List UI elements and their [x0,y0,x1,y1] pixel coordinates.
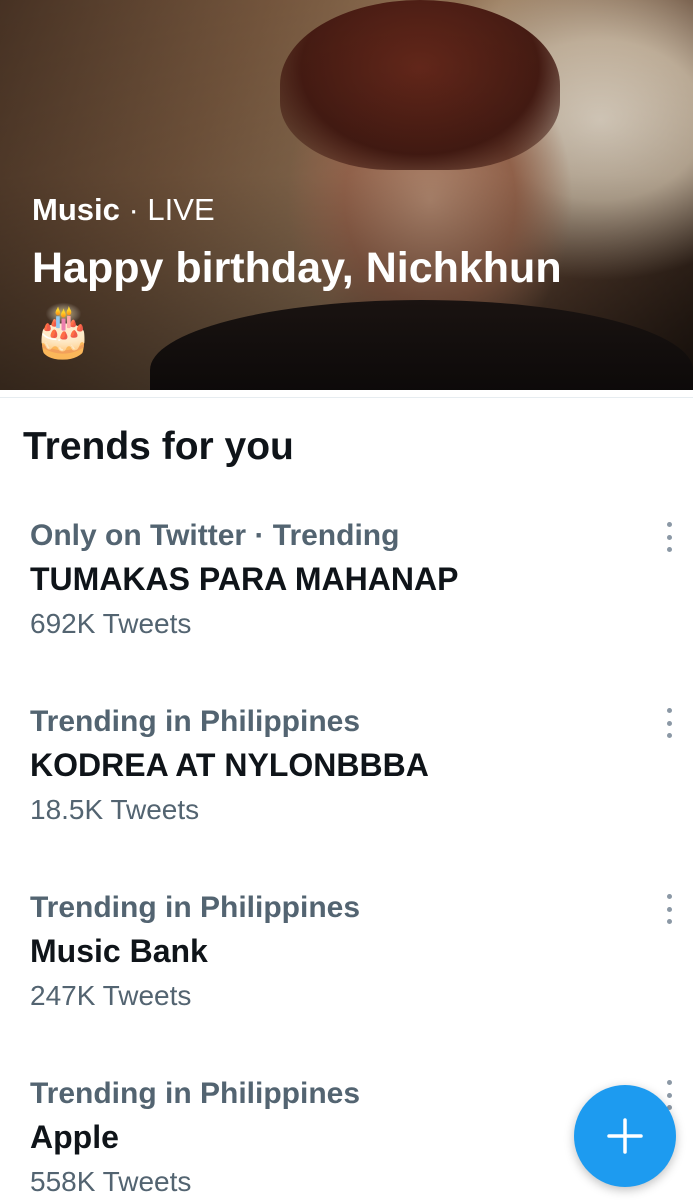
trend-context: Trending in Philippines [30,891,361,924]
trend-item[interactable]: Trending in Philippines Apple 558K Tweet… [30,1077,660,1198]
hero-title: Happy birthday, Nichkhun [32,244,562,292]
trend-context: Trending in Philippines [30,705,361,738]
section-title: Trends for you [23,425,294,468]
hero-separator: · [119,192,148,227]
hero-category: Music [32,192,120,227]
trend-name: Apple [30,1119,119,1155]
cake-emoji: 🎂 [32,303,95,359]
more-vertical-icon[interactable] [659,894,679,924]
trend-context: Trending in Philippines [30,1077,361,1110]
more-vertical-icon[interactable] [659,522,679,552]
hero-meta: Music · LIVE [32,192,215,228]
event-hero[interactable]: Music · LIVE Happy birthday, Nichkhun 🎂 [0,0,693,390]
trend-name: KODREA AT NYLONBBBA [30,747,429,783]
trend-name: Music Bank [30,933,208,969]
trend-item[interactable]: Trending in Philippines Music Bank 247K … [30,891,660,1012]
hero-status: LIVE [147,192,215,227]
trend-count: 558K Tweets [30,1166,192,1197]
more-vertical-icon[interactable] [659,708,679,738]
trend-count: 247K Tweets [30,980,192,1011]
trend-item[interactable]: Only on Twitter · Trending TUMAKAS PARA … [30,519,660,640]
trend-name: TUMAKAS PARA MAHANAP [30,561,459,597]
divider [0,397,693,398]
compose-button[interactable] [574,1085,676,1187]
trend-count: 18.5K Tweets [30,794,200,825]
trend-context: Only on Twitter · Trending [30,519,400,552]
trend-item[interactable]: Trending in Philippines KODREA AT NYLONB… [30,705,660,826]
plus-icon [607,1118,643,1154]
trend-count: 692K Tweets [30,608,192,639]
